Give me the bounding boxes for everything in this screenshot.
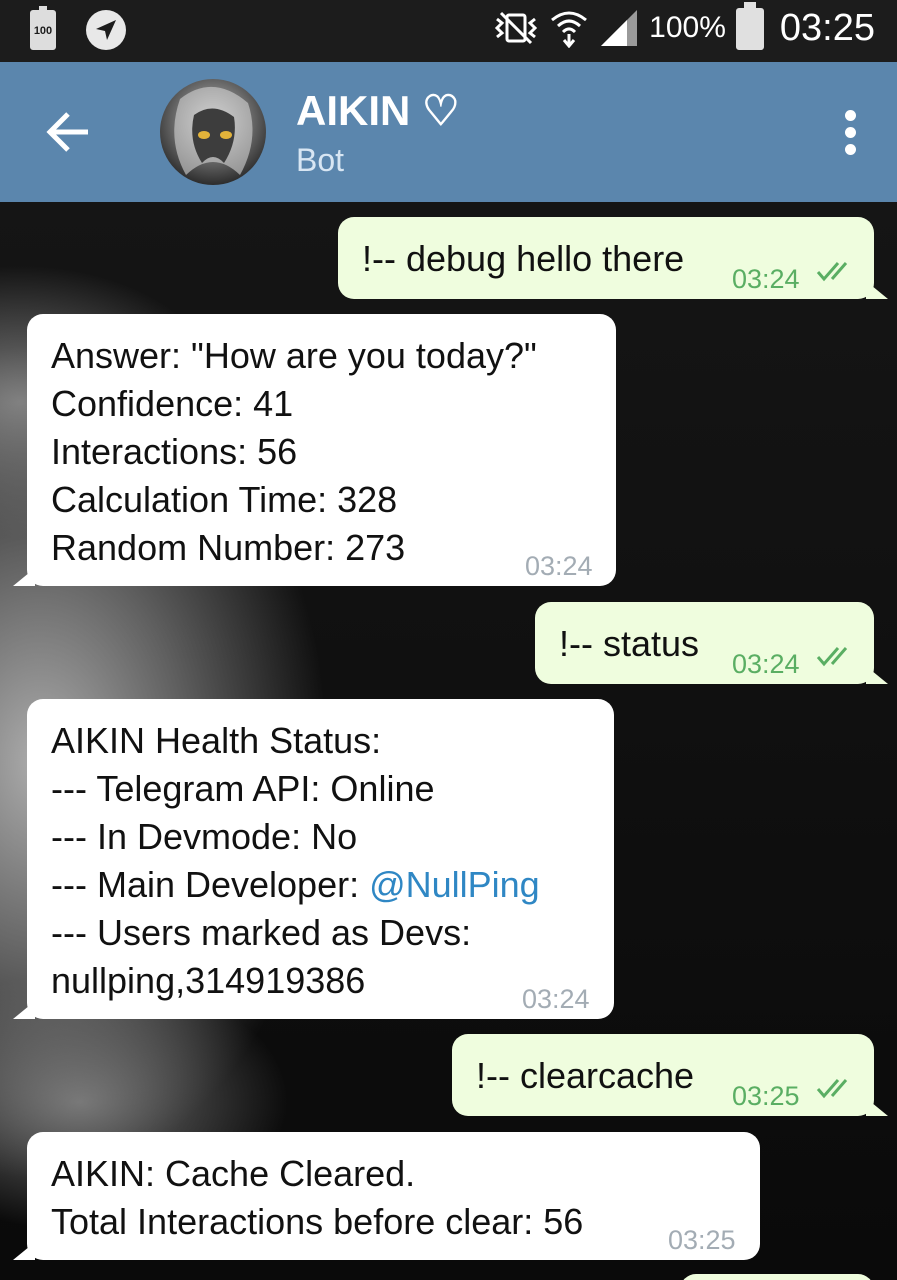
message-outgoing[interactable]: !-- clearcache 03:25 (452, 1034, 888, 1116)
message-line: AIKIN Health Status: (51, 720, 382, 761)
wifi-icon (551, 11, 588, 48)
double-check-icon (816, 262, 848, 282)
double-check-icon (816, 1079, 848, 1099)
avatar[interactable] (160, 79, 266, 185)
message-incoming[interactable]: AIKIN Health Status: --- Telegram API: O… (13, 699, 614, 1019)
message-text: !-- clearcache (476, 1055, 695, 1096)
double-check-icon (816, 647, 848, 667)
battery-percent: 100% (649, 11, 726, 44)
message-outgoing-partial[interactable] (680, 1274, 874, 1280)
message-line: --- Main Developer: @NullPing (51, 861, 540, 909)
message-line: --- Telegram API: Online (51, 768, 435, 809)
chat-subtitle: Bot (296, 142, 345, 178)
vibrate-icon (495, 11, 538, 45)
message-line: Confidence: 41 (51, 383, 294, 424)
message-line: --- In Devmode: No (51, 816, 358, 857)
more-vertical-icon[interactable] (843, 110, 857, 156)
message-line: --- Users marked as Devs: (51, 912, 472, 953)
message-incoming[interactable]: AIKIN: Cache Cleared. Total Interactions… (13, 1132, 760, 1260)
message-line: AIKIN: Cache Cleared. (51, 1153, 416, 1194)
message-time: 03:25 (668, 1225, 736, 1255)
arrow-left-icon[interactable] (44, 108, 94, 156)
message-time: 03:24 (732, 264, 800, 294)
message-time: 03:24 (525, 551, 593, 581)
message-time: 03:24 (522, 984, 590, 1014)
chat-header: AIKIN ♡ Bot (0, 62, 897, 202)
message-line-prefix: --- Main Developer: (51, 864, 370, 905)
message-outgoing[interactable]: !-- status 03:24 (535, 602, 888, 684)
message-line: nullping,314919386 (51, 960, 366, 1001)
chat-title[interactable]: AIKIN ♡ (296, 86, 460, 135)
message-line: Interactions: 56 (51, 431, 298, 472)
chat-area[interactable]: !-- debug hello there 03:24 Answer: "How… (0, 202, 897, 1280)
message-incoming[interactable]: Answer: "How are you today?" Confidence:… (13, 314, 616, 586)
mention-link[interactable]: @NullPing (369, 864, 540, 905)
signal-icon (601, 10, 638, 46)
message-text: !-- status (559, 623, 700, 664)
status-bar: 100 100% 03:25 (0, 0, 897, 62)
battery-small-label: 100 (33, 25, 53, 37)
message-outgoing[interactable]: !-- debug hello there 03:24 (338, 217, 888, 299)
message-time: 03:25 (732, 1081, 800, 1111)
message-line: Total Interactions before clear: 56 (51, 1201, 584, 1242)
message-line: Answer: "How are you today?" (51, 335, 537, 376)
battery-icon (735, 2, 764, 50)
message-line: Random Number: 273 (51, 527, 406, 568)
navigation-icon (86, 10, 126, 50)
battery-small-icon: 100 (30, 6, 56, 50)
status-clock: 03:25 (779, 6, 875, 49)
message-line: Calculation Time: 328 (51, 479, 398, 520)
message-text: !-- debug hello there (362, 238, 685, 279)
message-time: 03:24 (732, 649, 800, 679)
